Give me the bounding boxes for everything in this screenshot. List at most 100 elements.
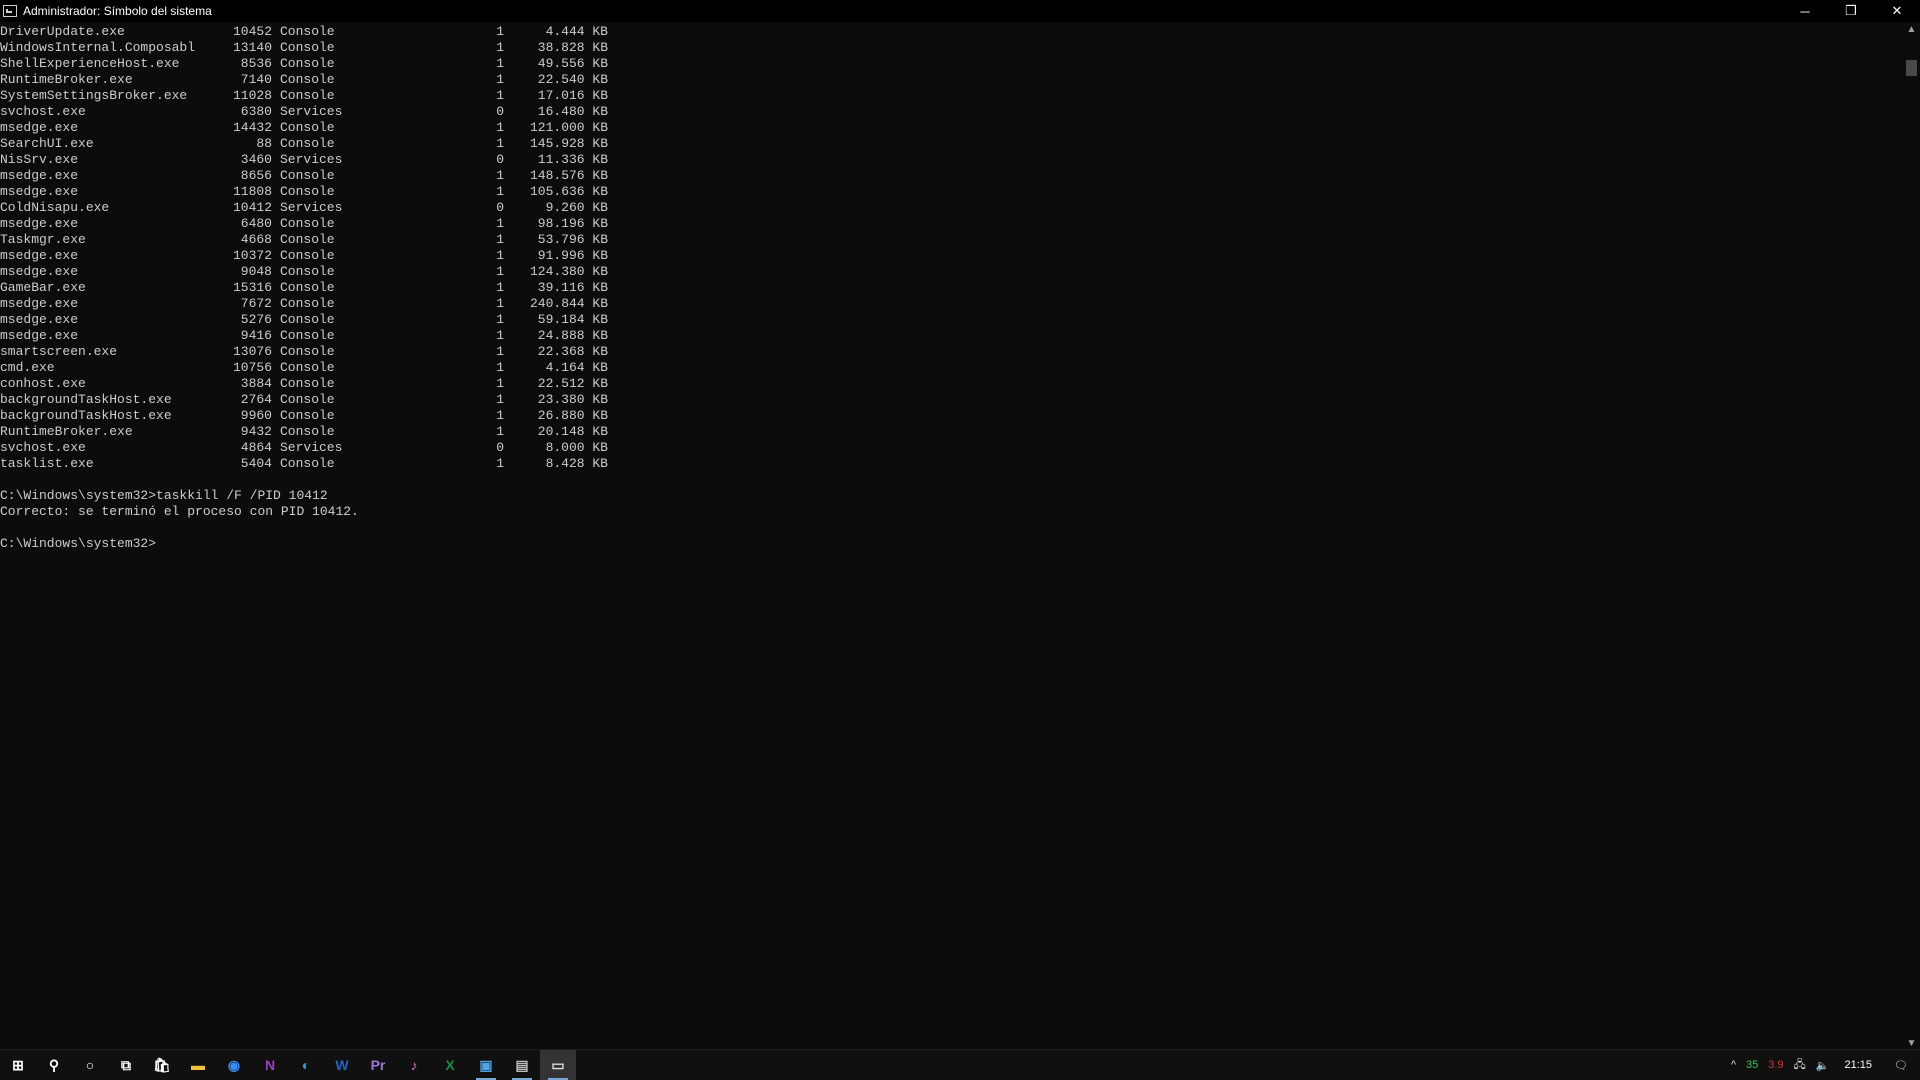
- process-row: Taskmgr.exe 4668 Console 1 53.796 KB: [0, 232, 1900, 248]
- file-explorer-icon[interactable]: ▬: [180, 1050, 216, 1080]
- process-memory: 9.260 KB: [545, 200, 608, 215]
- process-row: msedge.exe 11808 Console 1 105.636 KB: [0, 184, 1900, 200]
- close-button[interactable]: ✕: [1874, 0, 1920, 22]
- process-session-number: 1: [496, 88, 504, 103]
- word-icon-glyph: W: [335, 1057, 349, 1073]
- process-session-number: 1: [496, 136, 504, 151]
- store-icon[interactable]: 🛍: [144, 1050, 180, 1080]
- process-row: msedge.exe 8656 Console 1 148.576 KB: [0, 168, 1900, 184]
- command-prompt-icon[interactable]: ▭: [540, 1050, 576, 1080]
- taskkill-command: C:\Windows\system32>taskkill /F /PID 104…: [0, 488, 328, 503]
- console-output[interactable]: DriverUpdate.exe 10452 Console 1 4.444 KB Win…: [0, 24, 1900, 1042]
- process-session-number: 1: [496, 40, 504, 55]
- process-pid: 9416: [240, 328, 272, 343]
- file-explorer-icon-glyph: ▬: [191, 1057, 205, 1073]
- process-name: msedge.exe: [0, 120, 79, 135]
- premiere-icon[interactable]: Pr: [360, 1050, 396, 1080]
- temp-monitor-green[interactable]: 35: [1741, 1050, 1763, 1080]
- show-hidden-icons-chevron-icon[interactable]: ^: [1726, 1050, 1741, 1080]
- notifications-icon[interactable]: 🗨: [1882, 1050, 1920, 1080]
- process-memory: 91.996 KB: [537, 248, 608, 263]
- excel-icon[interactable]: X: [432, 1050, 468, 1080]
- process-session-number: 1: [496, 56, 504, 71]
- process-session: Console: [280, 40, 335, 55]
- process-session-number: 1: [496, 264, 504, 279]
- network-icon[interactable]: 🖧: [1789, 1050, 1811, 1080]
- vertical-scrollbar[interactable]: ▲ ▼: [1903, 22, 1920, 1050]
- process-session: Console: [280, 248, 335, 263]
- process-session: Console: [280, 456, 335, 471]
- process-session: Services: [280, 200, 343, 215]
- volume-icon[interactable]: 🔈: [1811, 1050, 1835, 1080]
- cortana-icon[interactable]: ○: [72, 1050, 108, 1080]
- process-list: DriverUpdate.exe 10452 Console 1 4.444 KB Win…: [0, 24, 1900, 472]
- process-pid: 10452: [232, 24, 272, 39]
- process-session-number: 1: [496, 248, 504, 263]
- word-icon[interactable]: W: [324, 1050, 360, 1080]
- process-row: conhost.exe 3884 Console 1 22.512 KB: [0, 376, 1900, 392]
- process-session: Console: [280, 120, 335, 135]
- process-session-number: 1: [496, 360, 504, 375]
- temp-monitor-red[interactable]: 3.9: [1763, 1050, 1788, 1080]
- process-pid: 3460: [240, 152, 272, 167]
- network-app-icon[interactable]: ▤: [504, 1050, 540, 1080]
- onenote-icon[interactable]: N: [252, 1050, 288, 1080]
- process-session-number: 1: [496, 232, 504, 247]
- chrome-icon-glyph: ◉: [227, 1056, 241, 1073]
- search-icon[interactable]: ⚲: [36, 1050, 72, 1080]
- command-prompt[interactable]: C:\Windows\system32>: [0, 536, 1900, 552]
- process-memory: 105.636 KB: [529, 184, 608, 199]
- process-pid: 13076: [232, 344, 272, 359]
- process-memory: 20.148 KB: [537, 424, 608, 439]
- process-memory: 22.540 KB: [537, 72, 608, 87]
- itunes-icon[interactable]: ♪: [396, 1050, 432, 1080]
- process-name: DriverUpdate.exe: [0, 24, 125, 39]
- process-session-number: 1: [496, 328, 504, 343]
- minimize-button[interactable]: ─: [1782, 0, 1828, 22]
- process-row: msedge.exe 6480 Console 1 98.196 KB: [0, 216, 1900, 232]
- process-name: svchost.exe: [0, 104, 86, 119]
- chrome-icon[interactable]: ◉: [216, 1050, 252, 1080]
- control-panel-icon[interactable]: ▣: [468, 1050, 504, 1080]
- process-session: Console: [280, 88, 335, 103]
- process-session-number: 0: [496, 104, 504, 119]
- process-row: svchost.exe 4864 Services 0 8.000 KB: [0, 440, 1900, 456]
- process-row: msedge.exe 10372 Console 1 91.996 KB: [0, 248, 1900, 264]
- process-memory: 38.828 KB: [537, 40, 608, 55]
- onenote-icon-glyph: N: [264, 1057, 276, 1073]
- scroll-up-arrow[interactable]: ▲: [1903, 22, 1920, 36]
- taskkill-result: Correcto: se terminó el proceso con PID …: [0, 504, 359, 519]
- process-session-number: 1: [496, 392, 504, 407]
- scroll-thumb[interactable]: [1906, 60, 1917, 76]
- process-memory: 16.480 KB: [537, 104, 608, 119]
- process-name: Taskmgr.exe: [0, 232, 86, 247]
- process-memory: 49.556 KB: [537, 56, 608, 71]
- start-icon[interactable]: ⊞: [0, 1050, 36, 1080]
- process-pid: 9960: [240, 408, 272, 423]
- process-row: ColdNisapu.exe 10412 Services 0 9.260 KB: [0, 200, 1900, 216]
- process-row: smartscreen.exe 13076 Console 1 22.368 KB: [0, 344, 1900, 360]
- process-session: Services: [280, 152, 343, 167]
- process-name: ShellExperienceHost.exe: [0, 56, 180, 71]
- process-session: Console: [280, 184, 335, 199]
- process-name: RuntimeBroker.exe: [0, 424, 133, 439]
- process-name: tasklist.exe: [0, 456, 94, 471]
- clock[interactable]: 21:15: [1835, 1050, 1883, 1080]
- process-row: ShellExperienceHost.exe 8536 Console 1 49.55…: [0, 56, 1900, 72]
- process-memory: 22.512 KB: [537, 376, 608, 391]
- scroll-down-arrow[interactable]: ▼: [1903, 1036, 1920, 1050]
- process-name: ColdNisapu.exe: [0, 200, 110, 215]
- edge-icon[interactable]: ◐: [288, 1050, 324, 1080]
- process-memory: 121.000 KB: [529, 120, 608, 135]
- cortana-icon-glyph: ○: [85, 1057, 95, 1073]
- process-name: msedge.exe: [0, 168, 79, 183]
- process-session-number: 1: [496, 24, 504, 39]
- process-memory: 145.928 KB: [529, 136, 608, 151]
- process-row: SystemSettingsBroker.exe 11028 Console 1 17.…: [0, 88, 1900, 104]
- process-memory: 8.000 KB: [545, 440, 608, 455]
- restore-button[interactable]: ❐: [1828, 0, 1874, 22]
- task-view-icon[interactable]: ⧉: [108, 1050, 144, 1080]
- window-title: Administrador: Símbolo del sistema: [23, 4, 212, 18]
- process-session: Services: [280, 104, 343, 119]
- process-pid: 2764: [240, 392, 272, 407]
